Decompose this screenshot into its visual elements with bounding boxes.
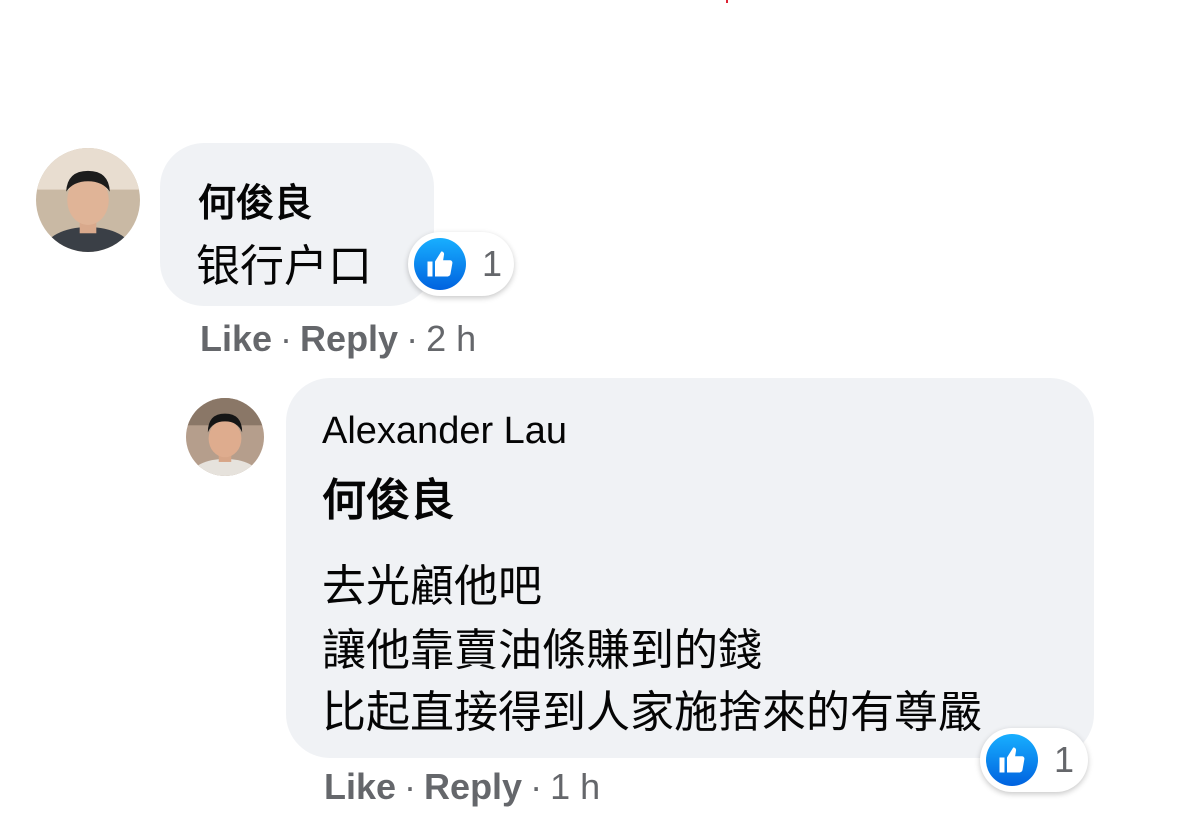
comment-text-2-line-1: 去光顧他吧 <box>322 562 542 611</box>
reply-button-2[interactable]: Reply <box>424 766 522 808</box>
like-button-1[interactable]: Like <box>200 318 272 360</box>
timestamp-1[interactable]: 2 h <box>426 318 476 360</box>
comment-actions-2: Like · Reply · 1 h <box>324 766 600 808</box>
reaction-count-1: 1 <box>482 243 503 284</box>
reaction-badge-1[interactable]: 1 <box>408 232 514 296</box>
avatar-photo-icon <box>186 398 264 476</box>
separator: · <box>404 766 417 807</box>
comment-text-2-line-2: 讓他靠賣油條賺到的錢 <box>322 626 762 675</box>
mention-tag[interactable]: 何俊良 <box>322 464 454 528</box>
separator: · <box>280 318 293 359</box>
comment-thread: 何俊良 银行户口 1 Like · Reply · 2 h Alexander … <box>0 0 1200 829</box>
separator: · <box>406 318 419 359</box>
separator: · <box>530 766 543 807</box>
comment-actions-1: Like · Reply · 2 h <box>200 318 476 360</box>
reply-button-1[interactable]: Reply <box>300 318 398 360</box>
decorative-dot <box>726 0 728 3</box>
avatar-comment-2[interactable] <box>186 398 264 476</box>
avatar-comment-1[interactable] <box>36 148 140 252</box>
comment-author-1[interactable]: 何俊良 <box>198 172 312 227</box>
like-button-2[interactable]: Like <box>324 766 396 808</box>
reaction-badge-2[interactable]: 1 <box>980 728 1088 792</box>
avatar-photo-icon <box>36 148 140 252</box>
thumbs-up-icon <box>414 238 466 290</box>
thumbs-up-icon <box>986 734 1038 786</box>
comment-text-2-line-3: 比起直接得到人家施捨來的有尊嚴 <box>322 688 982 737</box>
comment-author-2[interactable]: Alexander Lau <box>322 410 567 453</box>
comment-text-1: 银行户口 <box>196 242 372 291</box>
timestamp-2[interactable]: 1 h <box>550 766 600 808</box>
reaction-count-2: 1 <box>1054 739 1075 780</box>
